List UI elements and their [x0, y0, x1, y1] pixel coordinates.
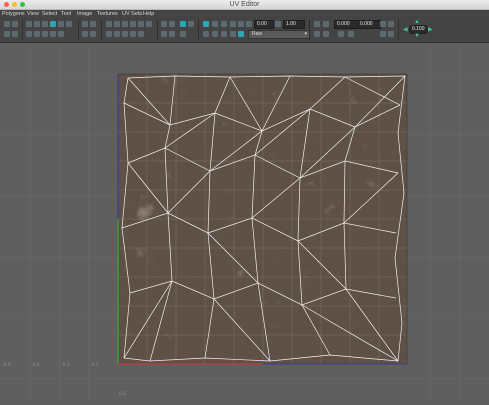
- step-right-icon[interactable]: ▶: [428, 26, 433, 33]
- select-tool-icon[interactable]: [4, 21, 10, 27]
- smooth-icon[interactable]: [82, 31, 88, 37]
- align-icon[interactable]: [66, 21, 72, 27]
- border-icon[interactable]: [138, 31, 144, 37]
- texture-borders-icon[interactable]: [169, 31, 175, 37]
- layout-icon[interactable]: [58, 21, 64, 27]
- window-title: UV Editor: [229, 1, 260, 8]
- cut-seam-icon[interactable]: [106, 31, 112, 37]
- rotate-ccw-icon[interactable]: [380, 31, 386, 37]
- chevron-down-icon: ▾: [304, 31, 307, 37]
- refresh-icon[interactable]: [388, 21, 394, 27]
- sew-icon[interactable]: [34, 21, 40, 27]
- dim-image-icon[interactable]: [180, 31, 186, 37]
- step-left-icon[interactable]: ◀: [403, 26, 408, 33]
- unpin-icon[interactable]: [90, 21, 96, 27]
- menu-uv-sets[interactable]: UV Sets: [122, 10, 142, 18]
- menu-help[interactable]: Help: [143, 10, 154, 18]
- apply-transform-icon[interactable]: [380, 21, 386, 27]
- align-right-icon[interactable]: [130, 21, 136, 27]
- rotate-icon[interactable]: [12, 31, 18, 37]
- menu-image[interactable]: Image: [77, 10, 92, 18]
- title-bar: UV Editor: [0, 0, 489, 10]
- cut-icon[interactable]: [26, 21, 32, 27]
- align-top-icon[interactable]: [138, 21, 144, 27]
- distribute-icon[interactable]: [26, 31, 32, 37]
- align-left-icon[interactable]: [122, 21, 128, 27]
- toolbar: 0.00 1.00 Raw ▾ 0.000 0.000 ▲ ◀ 0.100 ▶ ▼: [0, 18, 489, 43]
- symmetry-icon[interactable]: [161, 21, 167, 27]
- channels-icon[interactable]: [238, 21, 244, 27]
- menu-tool[interactable]: Tool: [61, 10, 71, 18]
- align-bottom-icon[interactable]: [146, 21, 152, 27]
- split-icon[interactable]: [122, 31, 128, 37]
- shell-icon[interactable]: [130, 31, 136, 37]
- view-transform-icon[interactable]: [230, 31, 236, 37]
- copy-icon[interactable]: [338, 31, 344, 37]
- menu-bar: Polygons View Select Tool Image Textures…: [0, 10, 489, 18]
- move-icon[interactable]: [4, 31, 10, 37]
- wireframe-icon[interactable]: [212, 21, 218, 27]
- grid-label: -0.1: [90, 363, 99, 368]
- rotate-cw-icon[interactable]: [388, 31, 394, 37]
- step-down-icon[interactable]: ▼: [414, 33, 420, 39]
- snap-icon[interactable]: [106, 21, 112, 27]
- flip-icon[interactable]: [42, 31, 48, 37]
- uv-canvas[interactable]: [0, 43, 489, 400]
- gamma-field[interactable]: 1.00: [283, 20, 305, 29]
- pin-icon[interactable]: [82, 21, 88, 27]
- uv-transform-icon[interactable]: [314, 21, 320, 27]
- colorspace-dropdown[interactable]: Raw ▾: [248, 30, 310, 39]
- colorspace-icon[interactable]: [238, 31, 244, 37]
- u-field[interactable]: 0.000: [334, 20, 358, 29]
- relax-icon[interactable]: [90, 31, 96, 37]
- merge-icon[interactable]: [114, 31, 120, 37]
- unfold-icon[interactable]: [50, 21, 56, 27]
- pixel-snap-icon[interactable]: [212, 31, 218, 37]
- grid-label: -0.4: [31, 363, 40, 368]
- menu-select[interactable]: Select: [42, 10, 57, 18]
- uv-viewport[interactable]: -0.6 -0.4 -0.2 -0.1 0.1: [0, 43, 489, 400]
- isolate-icon[interactable]: [221, 21, 227, 27]
- menu-view[interactable]: View: [27, 10, 39, 18]
- paste-uv-icon[interactable]: [323, 31, 329, 37]
- image-display-icon[interactable]: [230, 21, 236, 27]
- grid-icon[interactable]: [203, 31, 209, 37]
- uv-abs-icon[interactable]: [323, 21, 329, 27]
- menu-textures[interactable]: Textures: [97, 10, 118, 18]
- straighten-icon[interactable]: [50, 31, 56, 37]
- grid-label: -0.6: [2, 363, 11, 368]
- orient-icon[interactable]: [58, 31, 64, 37]
- gamma-icon: [275, 21, 281, 27]
- grid-label: 0.1: [119, 392, 127, 397]
- exposure-icon: [246, 21, 252, 27]
- shaded-icon[interactable]: [203, 21, 209, 27]
- checker-icon[interactable]: [180, 21, 186, 27]
- grid-label: -0.2: [61, 363, 70, 368]
- distortion-icon[interactable]: [188, 21, 194, 27]
- v-field[interactable]: 0.000: [357, 20, 381, 29]
- uv-shell-border-icon[interactable]: [161, 31, 167, 37]
- menu-polygons[interactable]: Polygons: [2, 10, 25, 18]
- snap-grid-icon[interactable]: [114, 21, 120, 27]
- stitch-icon[interactable]: [34, 31, 40, 37]
- copy-uv-icon[interactable]: [314, 31, 320, 37]
- colorspace-value: Raw: [252, 31, 263, 37]
- exposure-field[interactable]: 0.00: [254, 20, 274, 29]
- paste-icon[interactable]: [348, 31, 354, 37]
- mirror-icon[interactable]: [169, 21, 175, 27]
- scale-icon[interactable]: [42, 21, 48, 27]
- display-lut-icon[interactable]: [221, 31, 227, 37]
- lasso-icon[interactable]: [12, 21, 18, 27]
